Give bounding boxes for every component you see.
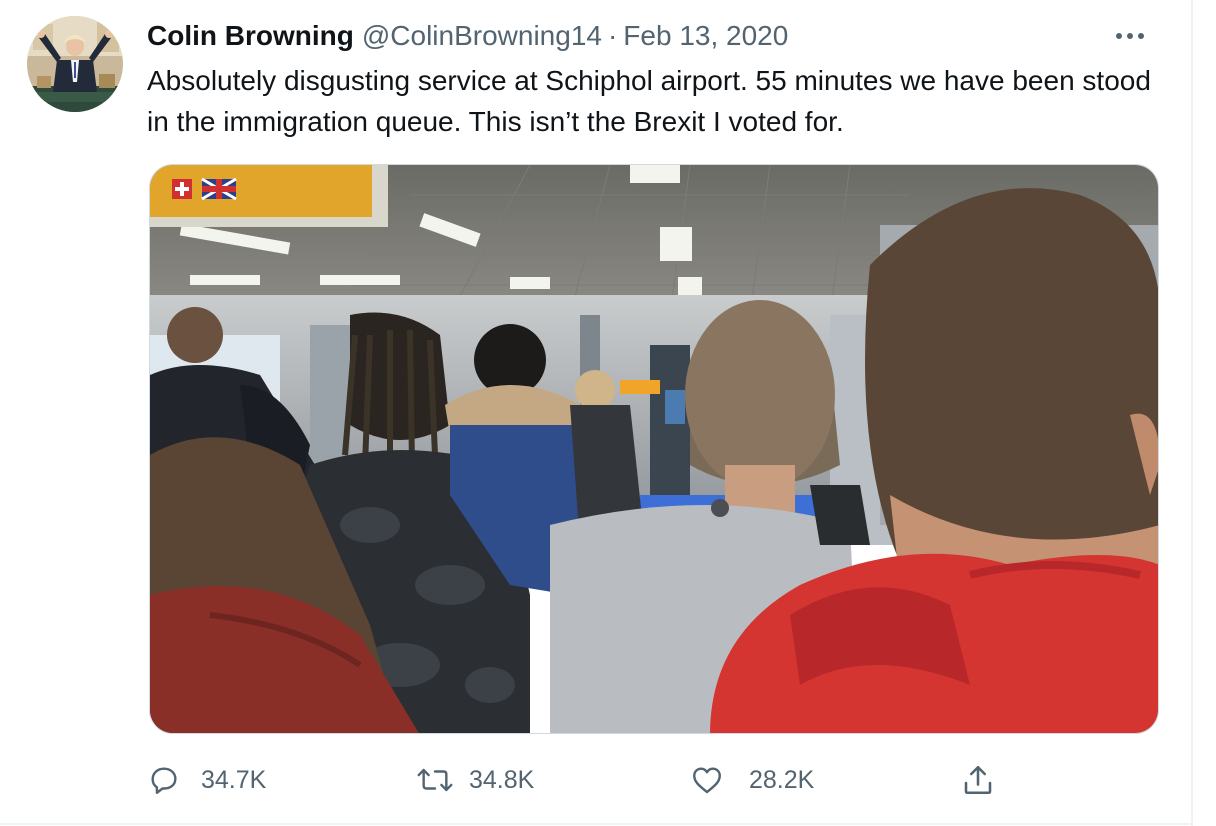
queue-photo xyxy=(150,165,1158,733)
tweet-header: Colin Browning @ColinBrowning14 · Feb 13… xyxy=(147,18,788,54)
like-count: 28.2K xyxy=(749,765,815,794)
reply-icon xyxy=(147,763,181,797)
share-button[interactable] xyxy=(960,758,996,802)
author-display-name[interactable]: Colin Browning xyxy=(147,20,354,52)
heart-icon xyxy=(689,763,725,797)
avatar[interactable] xyxy=(27,16,123,112)
reply-button[interactable]: 34.7K xyxy=(147,758,266,802)
header-separator: · xyxy=(607,20,618,51)
avatar-image xyxy=(27,16,123,112)
more-options-button[interactable] xyxy=(1112,20,1148,52)
tweet-actions: 34.7K 34.8K 28.2K xyxy=(147,758,1047,802)
reply-count: 34.7K xyxy=(201,765,267,794)
more-horizontal-icon xyxy=(1115,27,1145,45)
retweet-button[interactable]: 34.8K xyxy=(415,758,534,802)
retweet-count: 34.8K xyxy=(469,765,535,794)
tweet-text: Absolutely disgusting service at Schipho… xyxy=(147,65,1151,137)
tweet[interactable]: Colin Browning @ColinBrowning14 · Feb 13… xyxy=(0,0,1191,823)
tweet-photo[interactable] xyxy=(149,164,1159,734)
timeline-border-right xyxy=(1191,0,1193,826)
author-handle[interactable]: @ColinBrowning14 xyxy=(362,20,602,52)
like-button[interactable]: 28.2K xyxy=(689,758,814,802)
tweet-divider xyxy=(0,823,1193,825)
share-icon xyxy=(960,762,996,798)
retweet-icon xyxy=(415,763,455,797)
tweet-date[interactable]: Feb 13, 2020 xyxy=(623,20,788,52)
